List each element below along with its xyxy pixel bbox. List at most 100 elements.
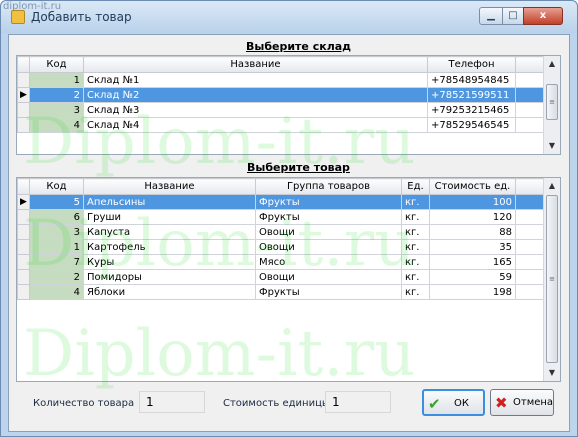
row-indicator [17,254,30,270]
product-group-cell: Фрукты [255,284,402,300]
product-price-cell: 165 [429,254,516,270]
scroll-down-icon[interactable]: ▼ [544,365,560,381]
quantity-label: Количество товара [33,398,135,409]
warehouse-grid[interactable]: Код Название Телефон 1 Склад №1 +785489548… [16,55,561,155]
warehouse-phone-cell: +79253215465 [427,102,516,118]
warehouse-col-name[interactable]: Название [83,56,428,73]
product-price-cell: 35 [429,239,516,255]
close-button[interactable]: x [523,7,563,25]
product-unit-cell: кг. [401,239,430,255]
ok-button[interactable]: ✔ ОК [422,389,485,416]
product-row[interactable]: 1 Картофель Овощи кг. 35 [17,239,546,255]
warehouse-scrollbar[interactable]: ▲ ≡ ▼ [543,56,560,154]
scroll-down-icon[interactable]: ▼ [544,138,560,154]
triangle-right-icon: ▶ [17,194,30,210]
warehouse-code-cell: 1 [29,72,84,88]
product-col-filler [515,178,546,195]
quantity-input[interactable]: 1 [139,391,205,413]
row-indicator-header [17,178,30,195]
cancel-button[interactable]: ✖ Отмена [490,389,554,416]
product-filler-cell [515,224,546,240]
product-name-cell: Картофель [83,239,256,255]
row-indicator [17,72,30,88]
row-indicator [17,269,30,285]
warehouse-filler-cell [515,87,546,103]
product-price-cell: 198 [429,284,516,300]
product-filler-cell [515,269,546,285]
dialog-window: diplom-it.ru Добавить товар ▁ □ x Выбери… [0,0,578,437]
warehouse-section-title: Выберите склад [246,40,352,53]
product-grid[interactable]: Код Название Группа товаров Ед. Стоимост… [16,177,561,382]
unit-price-label: Стоимость единицы [223,398,330,409]
product-code-cell: 2 [29,269,84,285]
warehouse-row[interactable]: 4 Склад №4 +78529546545 [17,117,546,133]
product-price-cell: 120 [429,209,516,225]
product-price-cell: 100 [429,194,516,210]
product-col-code[interactable]: Код [29,178,84,195]
product-col-name[interactable]: Название [83,178,256,195]
product-unit-cell: кг. [401,194,430,210]
product-code-cell: 5 [29,194,84,210]
warehouse-row[interactable]: 1 Склад №1 +78548954845 [17,72,546,88]
row-indicator [17,102,30,118]
warehouse-col-code[interactable]: Код [29,56,84,73]
maximize-button[interactable]: □ [502,7,524,25]
product-unit-cell: кг. [401,284,430,300]
product-filler-cell [515,194,546,210]
product-col-price[interactable]: Стоимость ед. [429,178,516,195]
product-filler-cell [515,239,546,255]
row-indicator-header [17,56,30,73]
product-price-cell: 59 [429,269,516,285]
row-indicator [17,284,30,300]
product-filler-cell [515,254,546,270]
warehouse-filler-cell [515,117,546,133]
warehouse-phone-cell: +78529546545 [427,117,516,133]
product-row[interactable]: ▶ 5 Апельсины Фрукты кг. 100 [17,194,546,210]
product-row[interactable]: 6 Груши Фрукты кг. 120 [17,209,546,225]
product-name-cell: Куры [83,254,256,270]
scroll-up-icon[interactable]: ▲ [544,178,560,194]
product-unit-cell: кг. [401,209,430,225]
app-icon [11,10,25,24]
product-code-cell: 1 [29,239,84,255]
warehouse-name-cell: Склад №4 [83,117,428,133]
product-section-title: Выберите товар [247,161,350,174]
cancel-x-icon: ✖ [495,394,508,412]
product-name-cell: Апельсины [83,194,256,210]
product-col-group[interactable]: Группа товаров [255,178,402,195]
warehouse-col-filler [515,56,546,73]
warehouse-row[interactable]: 3 Склад №3 +79253215465 [17,102,546,118]
product-code-cell: 6 [29,209,84,225]
minimize-button[interactable]: ▁ [479,7,503,25]
warehouse-col-phone[interactable]: Телефон [427,56,516,73]
product-row[interactable]: 2 Помидоры Овощи кг. 59 [17,269,546,285]
product-row[interactable]: 3 Капуста Овощи кг. 88 [17,224,546,240]
product-filler-cell [515,209,546,225]
warehouse-row[interactable]: ▶ 2 Склад №2 +78521599511 [17,87,546,103]
check-icon: ✔ [428,395,441,413]
product-group-cell: Фрукты [255,209,402,225]
product-scrollbar[interactable]: ▲ ≡ ▼ [543,178,560,381]
warehouse-phone-cell: +78548954845 [427,72,516,88]
product-group-cell: Овощи [255,269,402,285]
unit-price-input[interactable]: 1 [325,391,391,413]
scroll-thumb[interactable]: ≡ [546,195,558,363]
product-row[interactable]: 7 Куры Мясо кг. 165 [17,254,546,270]
product-name-cell: Яблоки [83,284,256,300]
row-indicator [17,239,30,255]
product-group-cell: Овощи [255,224,402,240]
scroll-up-icon[interactable]: ▲ [544,56,560,72]
product-name-cell: Груши [83,209,256,225]
warehouse-name-cell: Склад №2 [83,87,428,103]
product-filler-cell [515,284,546,300]
window-title: Добавить товар [31,10,132,24]
product-group-cell: Фрукты [255,194,402,210]
scroll-thumb[interactable]: ≡ [546,84,558,120]
warehouse-name-cell: Склад №1 [83,72,428,88]
warehouse-code-cell: 4 [29,117,84,133]
product-col-unit[interactable]: Ед. [401,178,430,195]
warehouse-code-cell: 2 [29,87,84,103]
title-bar[interactable]: diplom-it.ru Добавить товар ▁ □ x [1,1,577,33]
product-group-cell: Мясо [255,254,402,270]
product-row[interactable]: 4 Яблоки Фрукты кг. 198 [17,284,546,300]
